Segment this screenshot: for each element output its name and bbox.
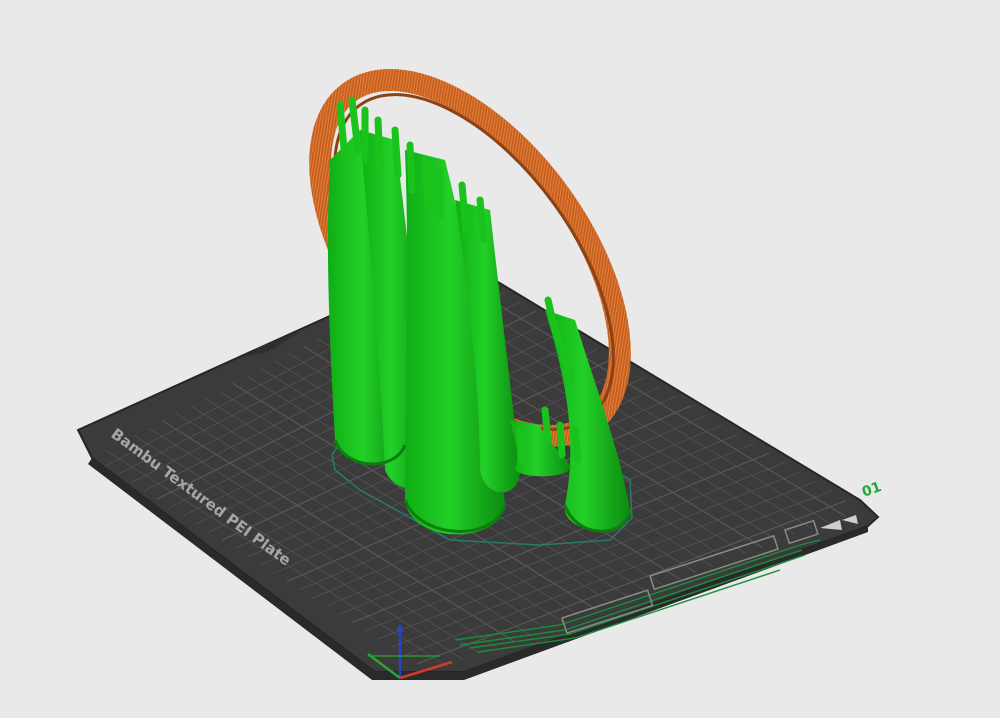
build-plate-scene[interactable]: Bambu Textured PEI Plate 01 (0, 0, 1000, 714)
3d-viewport[interactable]: Bambu Textured PEI Plate 01 (0, 0, 1000, 714)
plate-number: 01 (860, 479, 884, 501)
